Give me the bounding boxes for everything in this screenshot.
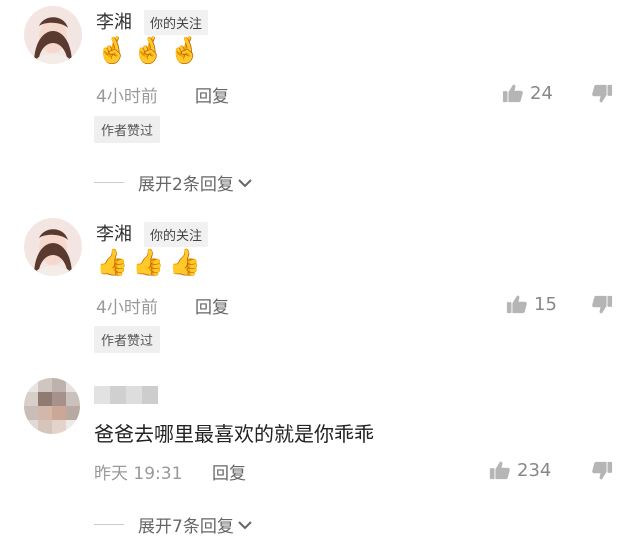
thumbs-down-icon[interactable] <box>591 294 613 316</box>
like-button[interactable]: 234 <box>489 459 551 481</box>
expand-replies-label: 展开7条回复 <box>138 517 234 537</box>
blurred-username <box>94 386 158 404</box>
chevron-down-icon <box>238 520 252 529</box>
comment-time: 4小时前 <box>96 298 158 318</box>
expand-replies-button[interactable]: 展开2条回复 <box>94 170 254 195</box>
reply-button[interactable]: 回复 <box>212 459 246 484</box>
thumbs-up-icon <box>489 459 511 481</box>
reply-button[interactable]: 回复 <box>195 82 229 107</box>
like-count: 24 <box>530 82 553 104</box>
expand-replies-button[interactable]: 展开7条回复 <box>94 512 254 537</box>
expand-replies-label: 展开2条回复 <box>138 175 234 195</box>
avatar[interactable] <box>24 6 82 64</box>
comment-text: 👍👍👍 <box>96 248 206 278</box>
comment-text: 🤞🤞🤞 <box>96 36 206 66</box>
thumbs-down-icon[interactable] <box>591 83 613 105</box>
author-liked-badge: 作者赞过 <box>94 326 161 353</box>
comment-time: 昨天 19:31 <box>94 464 183 484</box>
like-count: 15 <box>534 293 557 315</box>
comment-time: 4小时前 <box>96 87 158 107</box>
author-liked-badge: 作者赞过 <box>94 116 161 143</box>
follow-tag: 你的关注 <box>144 10 209 35</box>
avatar[interactable] <box>24 218 82 276</box>
divider <box>94 524 124 525</box>
divider <box>94 182 124 183</box>
avatar[interactable] <box>24 378 80 434</box>
chevron-down-icon <box>238 178 252 187</box>
like-button[interactable]: 15 <box>506 293 557 315</box>
thumbs-up-icon <box>502 82 524 104</box>
like-button[interactable]: 24 <box>502 82 553 104</box>
follow-tag: 你的关注 <box>144 222 209 247</box>
like-count: 234 <box>517 459 552 481</box>
thumbs-up-icon <box>506 293 528 315</box>
comment-author[interactable]: 李湘 <box>96 220 132 246</box>
comment-author[interactable]: 李湘 <box>96 8 132 34</box>
reply-button[interactable]: 回复 <box>195 293 229 318</box>
thumbs-down-icon[interactable] <box>591 460 613 482</box>
comment-text: 爸爸去哪里最喜欢的就是你乖乖 <box>94 422 374 446</box>
